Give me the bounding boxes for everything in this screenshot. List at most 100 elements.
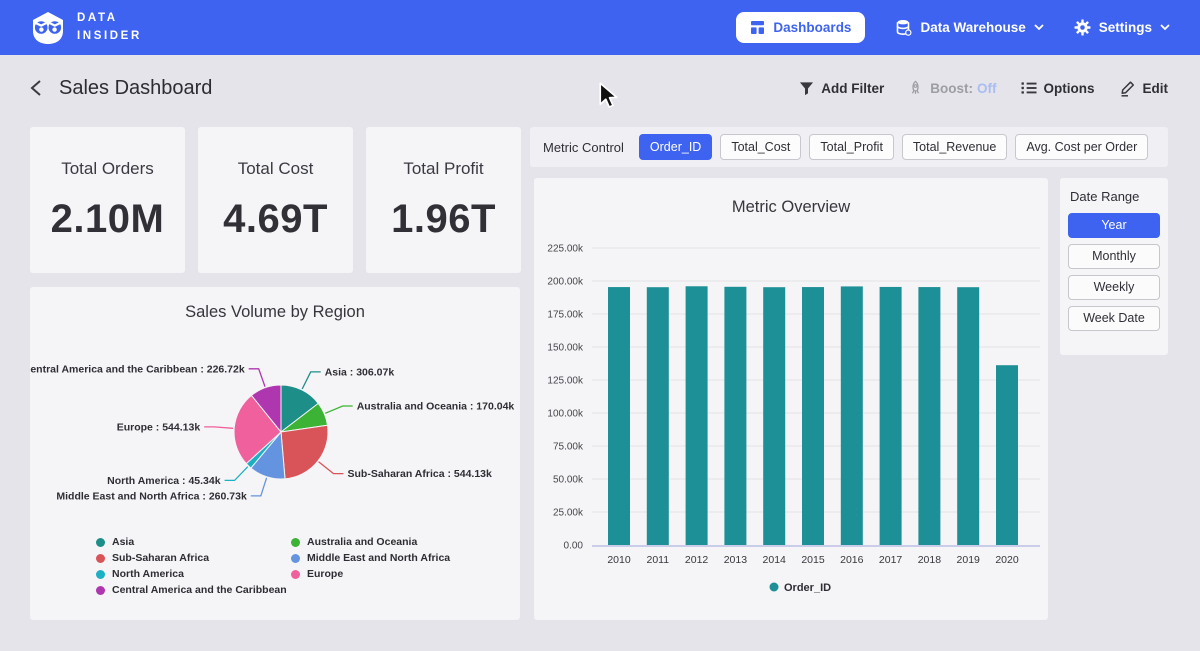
- y-axis-tick: 75.00k: [553, 442, 584, 453]
- date-range-year[interactable]: Year: [1068, 213, 1160, 238]
- kpi-card-total-orders: Total Orders 2.10M: [30, 127, 185, 273]
- boost-toggle[interactable]: Boost: Off: [908, 80, 996, 96]
- pie-label-sub-saharan-africa: Sub-Saharan Africa : 544.13k: [348, 468, 492, 480]
- legend-item-europe[interactable]: Europe: [291, 566, 450, 582]
- metric-control-bar: Metric Control Order_IDTotal_CostTotal_P…: [530, 127, 1168, 167]
- bar-2017[interactable]: [880, 287, 902, 545]
- legend-dot: [291, 554, 300, 563]
- legend-label: Australia and Oceania: [307, 536, 417, 548]
- brand: DATA INSIDER: [30, 10, 142, 46]
- legend-label: Europe: [307, 568, 343, 580]
- legend-item-australia-and-oceania[interactable]: Australia and Oceania: [291, 534, 450, 550]
- legend-item-asia[interactable]: Asia: [96, 534, 287, 550]
- bar-2010[interactable]: [608, 287, 630, 545]
- pie-legend-column-1: Asia Sub-Saharan Africa North America Centr…: [96, 534, 287, 598]
- x-axis-label: 2011: [647, 554, 670, 566]
- kpi-card-total-cost: Total Cost 4.69T: [198, 127, 353, 273]
- x-axis-label: 2010: [607, 554, 631, 566]
- legend-item-sub-saharan-africa[interactable]: Sub-Saharan Africa: [96, 550, 287, 566]
- kpi-value: 1.96T: [391, 197, 496, 242]
- data-warehouse-label: Data Warehouse: [920, 20, 1025, 35]
- kpi-value: 4.69T: [223, 197, 328, 242]
- x-axis-label: 2013: [724, 554, 748, 566]
- brand-text: DATA INSIDER: [77, 10, 142, 45]
- x-axis-label: 2018: [918, 554, 942, 566]
- legend-item-central-america-and-the-caribbean[interactable]: Central America and the Caribbean: [96, 582, 287, 598]
- add-filter-button[interactable]: Add Filter: [799, 81, 884, 96]
- metric-chip-total-revenue[interactable]: Total_Revenue: [902, 134, 1007, 160]
- kpi-card-total-profit: Total Profit 1.96T: [366, 127, 521, 273]
- x-axis-label: 2020: [995, 554, 1019, 566]
- legend-label: Middle East and North Africa: [307, 552, 450, 564]
- boost-state: Off: [977, 81, 997, 96]
- bar-chart: 0.0025.00k50.00k75.00k100.00k125.00k150.…: [534, 178, 1048, 620]
- legend-dot: [291, 570, 300, 579]
- metric-chip-order-id[interactable]: Order_ID: [639, 134, 712, 160]
- y-axis-tick: 0.00: [564, 541, 584, 552]
- legend-dot: [96, 570, 105, 579]
- pie-label-north-america: North America : 45.34k: [107, 475, 221, 487]
- kpi-label: Total Cost: [238, 159, 314, 179]
- pencil-icon: [1119, 80, 1136, 97]
- back-chevron-icon[interactable]: [30, 79, 42, 97]
- bar-2019[interactable]: [957, 287, 979, 545]
- legend-item-north-america[interactable]: North America: [96, 566, 287, 582]
- date-range-weekly[interactable]: Weekly: [1068, 275, 1160, 300]
- metric-chip-total-cost[interactable]: Total_Cost: [720, 134, 801, 160]
- x-axis-label: 2012: [685, 554, 709, 566]
- bar-2015[interactable]: [802, 287, 824, 545]
- kpi-value: 2.10M: [51, 197, 165, 242]
- settings-menu[interactable]: Settings: [1074, 19, 1170, 36]
- bar-legend-order-id[interactable]: Order_ID: [770, 582, 832, 594]
- chevron-down-icon: [1160, 24, 1170, 31]
- legend-dot: [96, 554, 105, 563]
- dashboard-grid-icon: [750, 20, 765, 35]
- legend-label: North America: [112, 568, 184, 580]
- y-axis-tick: 25.00k: [553, 508, 584, 519]
- owl-logo-icon: [30, 10, 66, 46]
- x-axis-label: 2017: [879, 554, 903, 566]
- dashboards-button[interactable]: Dashboards: [736, 12, 865, 43]
- y-axis-tick: 50.00k: [553, 475, 584, 486]
- options-list-icon: [1021, 81, 1037, 95]
- options-button[interactable]: Options: [1021, 81, 1095, 96]
- y-axis-tick: 225.00k: [547, 244, 584, 255]
- chevron-down-icon: [1034, 24, 1044, 31]
- y-axis-tick: 100.00k: [547, 409, 584, 420]
- metric-chip-total-profit[interactable]: Total_Profit: [809, 134, 894, 160]
- x-axis-label: 2016: [840, 554, 864, 566]
- bar-2016[interactable]: [841, 286, 863, 545]
- pie-legend-column-2: Australia and Oceania Middle East and Nor…: [291, 534, 450, 582]
- pie-label-europe: Europe : 544.13k: [117, 421, 201, 433]
- metric-chip-avg-cost-per-order[interactable]: Avg. Cost per Order: [1015, 134, 1148, 160]
- bar-2020[interactable]: [996, 365, 1018, 545]
- pie-leader-line: [249, 369, 265, 387]
- rocket-icon: [908, 80, 923, 96]
- legend-dot: [770, 583, 779, 592]
- pie-label-central-america-and-the-caribbean: Central America and the Caribbean : 226.…: [30, 363, 245, 375]
- pie-leader-line: [302, 372, 321, 389]
- legend-label: Asia: [112, 536, 134, 548]
- x-axis-label: 2014: [763, 554, 787, 566]
- pie-leader-line: [225, 467, 248, 481]
- page-header: Sales Dashboard Add Filter Boost: Off: [0, 55, 1200, 121]
- kpi-label: Total Profit: [403, 159, 483, 179]
- boost-label: Boost:: [930, 81, 973, 96]
- bar-2011[interactable]: [647, 287, 669, 545]
- date-range-week-date[interactable]: Week Date: [1068, 306, 1160, 331]
- bar-2014[interactable]: [763, 287, 785, 545]
- pie-leader-line: [319, 462, 344, 474]
- edit-button[interactable]: Edit: [1119, 80, 1169, 97]
- data-warehouse-menu[interactable]: Data Warehouse: [895, 19, 1043, 36]
- y-axis-tick: 150.00k: [547, 343, 584, 354]
- sales-volume-card: Sales Volume by Region Asia : 306.07kAus…: [30, 287, 520, 620]
- bar-2018[interactable]: [918, 287, 940, 545]
- legend-label: Central America and the Caribbean: [112, 584, 287, 596]
- date-range-monthly[interactable]: Monthly: [1068, 244, 1160, 269]
- pie-slice-sub-saharan-africa[interactable]: [281, 425, 328, 479]
- legend-item-middle-east-and-north-africa[interactable]: Middle East and North Africa: [291, 550, 450, 566]
- filter-funnel-icon: [799, 81, 814, 96]
- bar-2012[interactable]: [686, 286, 708, 545]
- bar-2013[interactable]: [724, 287, 746, 545]
- x-axis-label: 2019: [957, 554, 981, 566]
